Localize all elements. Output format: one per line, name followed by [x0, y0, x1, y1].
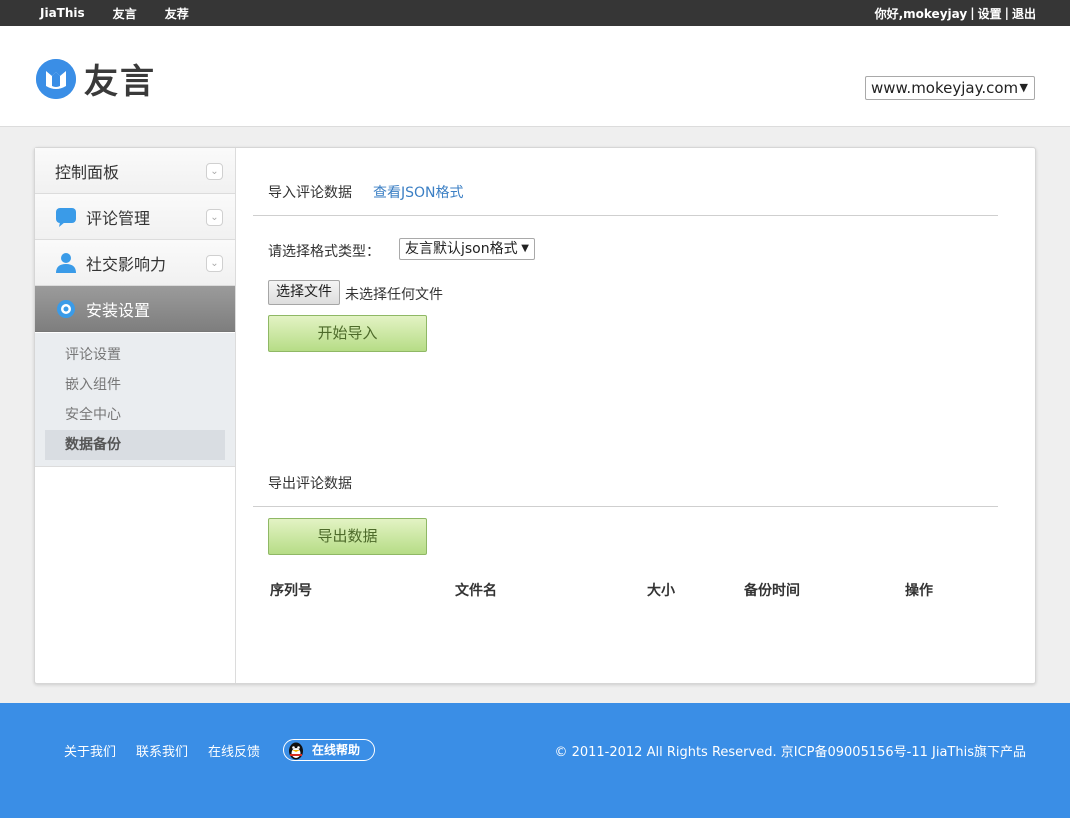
- sub-item-comment-settings[interactable]: 评论设置: [45, 340, 225, 370]
- column-header-serial: 序列号: [270, 583, 312, 599]
- top-nav: JiaThis 友言 友荐: [40, 0, 217, 26]
- online-help-button[interactable]: 在线帮助: [283, 739, 375, 761]
- main-panel: 控制面板 ⌄ 评论管理 ⌄ 社交影响力 ⌄ 安装设置 评论设置 嵌入组件 安全中…: [34, 147, 1036, 684]
- nav-youyan[interactable]: 友言: [113, 5, 137, 22]
- site-select-value: www.mokeyjay.com: [871, 79, 1019, 97]
- top-bar: JiaThis 友言 友荐 你好,mokeyjay | 设置 | 退出: [0, 0, 1070, 26]
- column-header-size: 大小: [647, 583, 675, 599]
- logout-link[interactable]: 退出: [1012, 5, 1036, 22]
- sidebar: 控制面板 ⌄ 评论管理 ⌄ 社交影响力 ⌄ 安装设置 评论设置 嵌入组件 安全中…: [35, 148, 236, 683]
- sidebar-item-label: 评论管理: [86, 208, 151, 228]
- separator: |: [1004, 6, 1009, 20]
- sidebar-item-social[interactable]: 社交影响力 ⌄: [35, 240, 235, 286]
- chevron-down-icon[interactable]: ⌄: [206, 209, 223, 226]
- column-header-actions: 操作: [905, 583, 933, 599]
- nav-youjian[interactable]: 友荐: [165, 5, 189, 22]
- footer-link-contact[interactable]: 联系我们: [136, 741, 188, 760]
- choose-file-button[interactable]: 选择文件: [268, 280, 340, 305]
- settings-link[interactable]: 设置: [978, 5, 1002, 22]
- content-area: 导入评论数据 查看JSON格式 请选择格式类型： 友言默认json格式 ▼ 选择…: [253, 148, 998, 683]
- footer-link-about[interactable]: 关于我们: [64, 741, 116, 760]
- divider: [253, 215, 998, 216]
- user-icon: [55, 252, 77, 274]
- sub-item-data-backup[interactable]: 数据备份: [45, 430, 225, 460]
- start-import-button[interactable]: 开始导入: [268, 315, 427, 352]
- format-select-value: 友言默认json格式: [405, 241, 518, 257]
- json-format-link[interactable]: 查看JSON格式: [373, 182, 464, 202]
- import-title: 导入评论数据: [268, 185, 352, 201]
- sidebar-item-label: 安装设置: [86, 300, 151, 320]
- dropdown-arrow-icon: ▼: [1019, 81, 1028, 94]
- sidebar-item-dashboard[interactable]: 控制面板 ⌄: [35, 148, 235, 194]
- divider: [253, 506, 998, 507]
- sub-item-security-center[interactable]: 安全中心: [45, 400, 225, 430]
- sub-item-embed-widgets[interactable]: 嵌入组件: [45, 370, 225, 400]
- copyright: © 2011-2012 All Rights Reserved. 京ICP备09…: [554, 745, 1026, 760]
- logo-text: 友言: [84, 62, 156, 102]
- comment-bubble-icon: [55, 206, 77, 228]
- export-data-button[interactable]: 导出数据: [268, 518, 427, 555]
- footer-links: 关于我们 联系我们 在线反馈: [64, 741, 280, 760]
- site-select[interactable]: www.mokeyjay.com ▼: [865, 76, 1035, 100]
- gear-icon: [55, 298, 77, 320]
- sidebar-item-comments[interactable]: 评论管理 ⌄: [35, 194, 235, 240]
- dropdown-arrow-icon: ▼: [521, 243, 529, 254]
- format-select[interactable]: 友言默认json格式 ▼: [399, 238, 535, 260]
- chevron-down-icon[interactable]: ⌄: [206, 163, 223, 180]
- file-status: 未选择任何文件: [345, 287, 443, 303]
- header: 友言 www.mokeyjay.com ▼: [0, 26, 1070, 127]
- logo[interactable]: 友言: [36, 54, 156, 103]
- sidebar-item-install-settings[interactable]: 安装设置: [35, 286, 235, 332]
- logo-mark-icon: [36, 58, 76, 99]
- column-header-backup-time: 备份时间: [744, 583, 800, 599]
- sidebar-item-label: 社交影响力: [86, 254, 167, 274]
- format-label: 请选择格式类型：: [268, 244, 380, 260]
- qq-penguin-icon: [286, 741, 306, 761]
- online-help-label: 在线帮助: [312, 743, 361, 757]
- export-title: 导出评论数据: [268, 476, 352, 492]
- sidebar-item-label: 控制面板: [55, 162, 120, 182]
- footer-link-feedback[interactable]: 在线反馈: [208, 741, 260, 760]
- footer: 关于我们 联系我们 在线反馈 在线帮助 © 2011-2012 All Righ…: [0, 703, 1070, 818]
- column-header-filename: 文件名: [455, 583, 497, 599]
- chevron-down-icon[interactable]: ⌄: [206, 255, 223, 272]
- separator: |: [970, 6, 975, 20]
- greeting: 你好,mokeyjay: [874, 6, 968, 21]
- user-area: 你好,mokeyjay | 设置 | 退出: [875, 0, 1036, 26]
- sub-menu: 评论设置 嵌入组件 安全中心 数据备份: [35, 333, 235, 467]
- nav-jiathis[interactable]: JiaThis: [40, 6, 85, 20]
